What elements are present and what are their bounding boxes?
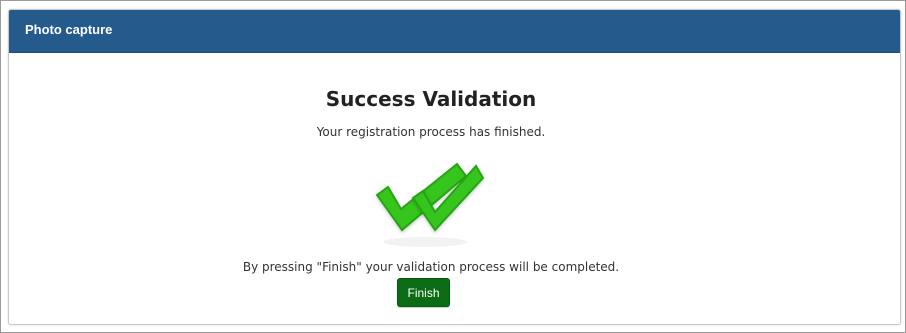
registration-message: Your registration process has finished. <box>316 125 546 139</box>
success-title: Success Validation <box>325 87 537 111</box>
panel-title: Photo capture <box>25 22 113 37</box>
screenshot-frame: Photo capture Success Validation Your re… <box>0 0 906 333</box>
double-checkmark-icon <box>365 150 485 250</box>
photo-capture-panel: Photo capture Success Validation Your re… <box>8 9 901 325</box>
panel-header: Photo capture <box>9 10 900 53</box>
finish-button[interactable]: Finish <box>397 278 450 307</box>
finish-instruction: By pressing "Finish" your validation pro… <box>242 260 620 274</box>
